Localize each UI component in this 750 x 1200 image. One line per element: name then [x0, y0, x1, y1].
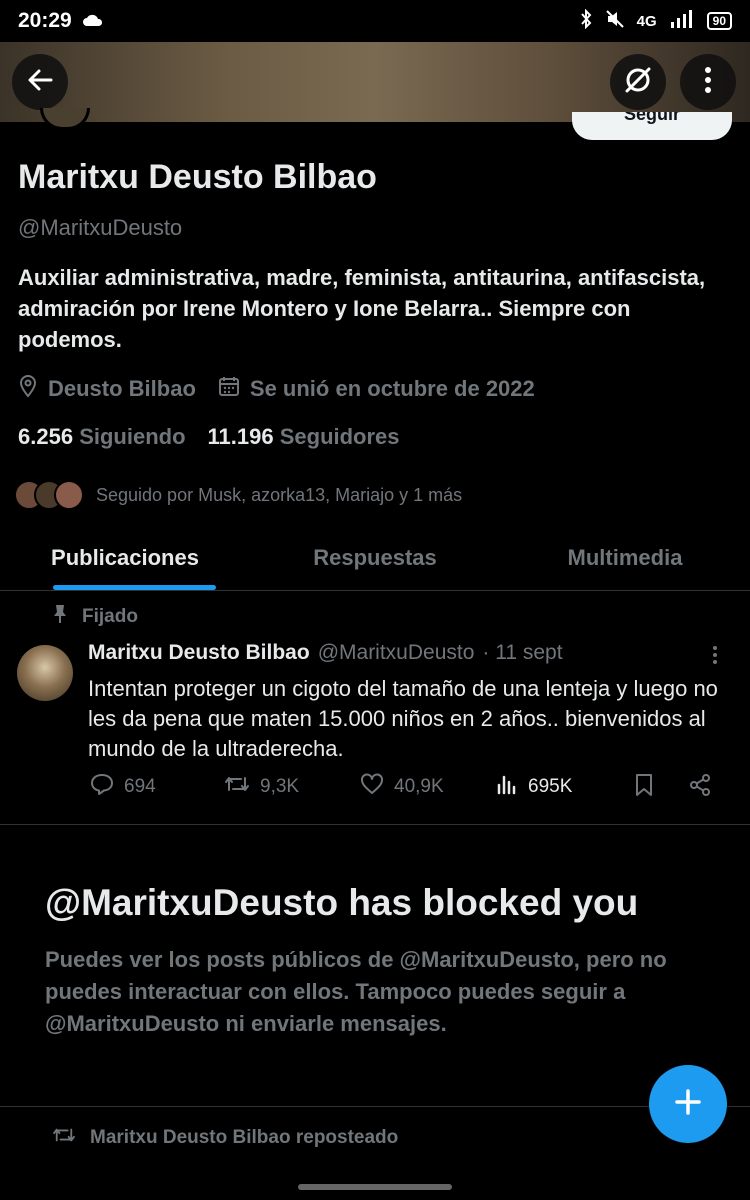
- repost-context-row: Maritxu Deusto Bilbao reposteado: [52, 1125, 398, 1151]
- tweet-author-name[interactable]: Maritxu Deusto Bilbao: [88, 641, 310, 665]
- repost-button[interactable]: 9,3K: [224, 773, 299, 801]
- divider: [0, 1106, 750, 1107]
- reply-count: 694: [124, 776, 156, 797]
- analytics-icon: [496, 773, 518, 801]
- repost-icon: [224, 773, 250, 801]
- like-count: 40,9K: [394, 776, 444, 797]
- bluetooth-icon: [579, 8, 593, 33]
- grok-button[interactable]: [610, 54, 666, 110]
- following-label: Siguiendo: [79, 424, 186, 449]
- pinned-label: Fijado: [82, 606, 138, 627]
- repost-count: 9,3K: [260, 776, 300, 797]
- signal-icon: [669, 10, 695, 32]
- like-button[interactable]: 40,9K: [360, 773, 444, 801]
- plus-icon: [673, 1087, 703, 1122]
- grok-icon: [622, 64, 654, 101]
- status-icons: 4G 90: [579, 8, 732, 33]
- active-tab-indicator: [53, 585, 216, 590]
- tab-publicaciones[interactable]: Publicaciones: [0, 528, 250, 590]
- followed-by-avatars: [14, 480, 88, 510]
- blocked-description: Puedes ver los posts públicos de @Maritx…: [45, 947, 667, 1036]
- status-time: 20:29: [18, 9, 72, 32]
- profile-joined: Se unió en octubre de 2022: [218, 375, 535, 403]
- profile-display-name: Maritxu Deusto Bilbao: [18, 158, 377, 196]
- profile-meta: Deusto Bilbao Se unió en octubre de 2022: [18, 374, 557, 404]
- views-count: 695K: [528, 776, 573, 797]
- location-text: Deusto Bilbao: [48, 376, 196, 401]
- following-link[interactable]: 6.256 Siguiendo: [18, 424, 186, 450]
- follow-button[interactable]: Seguir: [572, 112, 732, 140]
- followers-count: 11.196: [207, 424, 274, 449]
- profile-avatar[interactable]: [40, 108, 90, 130]
- tab-multimedia[interactable]: Multimedia: [500, 528, 750, 590]
- repost-context-text: Maritxu Deusto Bilbao reposteado: [90, 1127, 399, 1148]
- blocked-title: @MaritxuDeusto has blocked you: [45, 882, 639, 923]
- tweet-author-handle[interactable]: @MaritxuDeusto: [318, 641, 475, 665]
- following-count: 6.256: [18, 424, 74, 449]
- cloud-icon: [82, 9, 104, 33]
- tweet-date: · 11 sept: [482, 641, 563, 664]
- share-icon: [688, 773, 712, 803]
- battery-indicator: 90: [706, 12, 732, 30]
- compose-button[interactable]: [649, 1065, 727, 1143]
- tweet-more-button[interactable]: [712, 645, 718, 670]
- share-button[interactable]: [688, 773, 712, 803]
- heart-icon: [360, 773, 384, 801]
- mute-icon: [605, 9, 625, 33]
- network-type: 4G: [636, 12, 657, 30]
- followers-label: Seguidores: [279, 424, 400, 449]
- profile-stats: 6.256 Siguiendo 11.196 Seguidores: [18, 424, 422, 450]
- more-vertical-icon: [704, 66, 712, 99]
- more-vertical-icon: [712, 646, 718, 669]
- joined-text: Se unió en octubre de 2022: [249, 376, 535, 401]
- bookmark-button[interactable]: [634, 773, 654, 803]
- tweet-actions: 694 9,3K 40,9K 695K: [88, 773, 728, 807]
- avatar: [54, 480, 84, 510]
- views-button[interactable]: 695K: [496, 773, 572, 801]
- followed-by-row[interactable]: Seguido por Musk, azorka13, Mariajo y 1 …: [14, 480, 462, 510]
- location-pin-icon: [18, 374, 38, 404]
- home-indicator[interactable]: [298, 1184, 452, 1190]
- followers-link[interactable]: 11.196 Seguidores: [208, 424, 400, 450]
- more-options-button[interactable]: [680, 54, 736, 110]
- tweet-text: Intentan proteger un cigoto del tamaño d…: [88, 676, 718, 761]
- tweet-header: Maritxu Deusto Bilbao @MaritxuDeusto · 1…: [88, 641, 563, 665]
- followed-by-text: Seguido por Musk, azorka13, Mariajo y 1 …: [96, 484, 463, 505]
- tweet-avatar[interactable]: [17, 645, 73, 701]
- tab-respuestas[interactable]: Respuestas: [250, 528, 500, 590]
- profile-bio: Auxiliar administrativa, madre, feminist…: [18, 265, 706, 352]
- arrow-left-icon: [26, 66, 54, 99]
- bookmark-icon: [634, 773, 654, 803]
- reply-button[interactable]: 694: [90, 773, 156, 801]
- calendar-icon: [218, 375, 240, 403]
- pin-icon: [52, 604, 68, 630]
- back-button[interactable]: [12, 54, 68, 110]
- divider: [0, 824, 750, 825]
- status-bar: 20:29 4G 90: [0, 0, 750, 42]
- reply-icon: [90, 773, 114, 801]
- repost-icon: [52, 1125, 76, 1151]
- profile-location: Deusto Bilbao: [18, 374, 196, 404]
- profile-handle: @MaritxuDeusto: [18, 215, 183, 240]
- pinned-label-row: Fijado: [52, 604, 138, 630]
- profile-tabs: Publicaciones Respuestas Multimedia: [0, 528, 750, 591]
